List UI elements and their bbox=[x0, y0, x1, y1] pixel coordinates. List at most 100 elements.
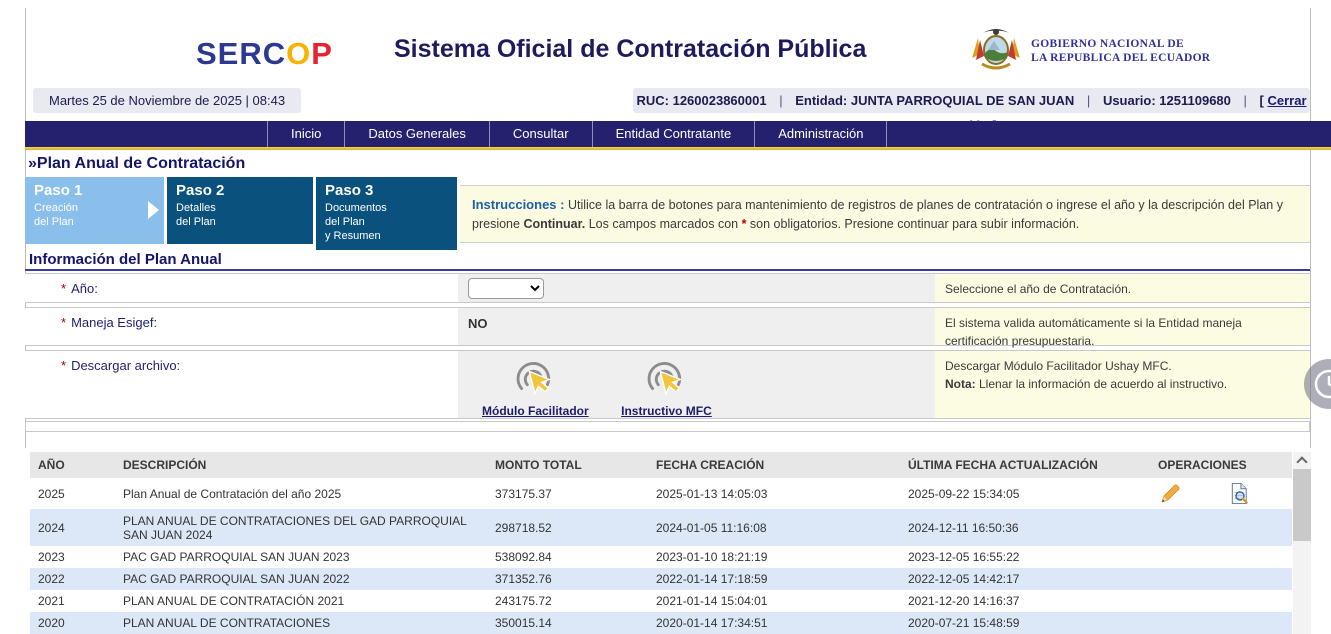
cell-year: 2023 bbox=[30, 546, 115, 568]
wizard-step-3[interactable]: Paso 3 Documentos del Plan y Resumen bbox=[316, 177, 457, 250]
entity-value: JUNTA PARROQUIAL DE SAN JUAN bbox=[851, 93, 1074, 108]
cell-monto: 298718.52 bbox=[487, 509, 648, 546]
col-header-anio: AÑO bbox=[30, 452, 115, 478]
page-title: Sistema Oficial de Contratación Pública bbox=[394, 35, 866, 64]
nav-item-inicio[interactable]: Inicio bbox=[267, 121, 344, 147]
cell-description: PAC GAD PARROQUIAL SAN JUAN 2023 bbox=[115, 546, 487, 568]
table-row: 2024 PLAN ANUAL DE CONTRATACIONES DEL GA… bbox=[30, 509, 1292, 546]
step-title: Paso 3 bbox=[325, 182, 448, 199]
user-value: 1251109680 bbox=[1159, 93, 1231, 108]
cell-description: PLAN ANUAL DE CONTRATACIONES bbox=[115, 612, 487, 634]
sercop-logo-o: O bbox=[286, 36, 311, 71]
clock-history-widget[interactable] bbox=[1303, 358, 1331, 410]
cell-monto: 538092.84 bbox=[487, 546, 648, 568]
cell-ultima-fecha: 2020-07-21 15:48:59 bbox=[900, 612, 1150, 634]
app-screen: SERCOP Sistema Oficial de Contratación P… bbox=[0, 0, 1331, 634]
table-header-row: AÑO DESCRIPCIÓN MONTO TOTAL FECHA CREACI… bbox=[30, 452, 1292, 478]
step-title: Paso 1 bbox=[34, 182, 155, 199]
col-header-fecha-creacion: FECHA CREACIÓN bbox=[648, 452, 900, 478]
hint-nota-line: Nota: Llenar la información de acuerdo a… bbox=[945, 375, 1300, 393]
table-row: 2020 PLAN ANUAL DE CONTRATACIONES 350015… bbox=[30, 612, 1292, 634]
field-control-esigef: NO bbox=[458, 308, 935, 345]
sercop-logo-p: P bbox=[311, 36, 333, 71]
step-title: Paso 2 bbox=[176, 182, 304, 199]
breadcrumb: »Plan Anual de Contratación bbox=[28, 155, 245, 173]
instructions-box: Instrucciones : Utilice la barra de boto… bbox=[460, 185, 1310, 243]
datetime-display: Martes 25 de Noviembre de 2025 | 08:43 bbox=[33, 88, 301, 113]
modulo-facilitador-link[interactable]: Módulo Facilitador bbox=[482, 404, 589, 418]
entity-label: Entidad: bbox=[795, 93, 847, 108]
government-text-line2: LA REPUBLICA DEL ECUADOR bbox=[1031, 51, 1210, 65]
wizard-step-1[interactable]: Paso 1 Creación del Plan bbox=[25, 177, 164, 244]
cell-year: 2020 bbox=[30, 612, 115, 634]
separator: | bbox=[1244, 93, 1247, 108]
nav-item-administracion[interactable]: Administración bbox=[754, 121, 886, 147]
nav-item-entidad-contratante[interactable]: Entidad Contratante bbox=[592, 121, 755, 147]
instructivo-mfc-link[interactable]: Instructivo MFC bbox=[621, 404, 712, 418]
cell-operations bbox=[1150, 568, 1292, 590]
plans-table: AÑO DESCRIPCIÓN MONTO TOTAL FECHA CREACI… bbox=[30, 452, 1292, 634]
government-text: GOBIERNO NACIONAL DE LA REPUBLICA DEL EC… bbox=[1031, 37, 1210, 65]
field-hint-esigef: El sistema valida automáticamente si la … bbox=[935, 308, 1310, 345]
main-navbar: Inicio Datos Generales Consultar Entidad… bbox=[25, 121, 1331, 147]
required-asterisk: * bbox=[61, 281, 66, 296]
col-header-monto: MONTO TOTAL bbox=[487, 452, 648, 478]
cell-fecha-creacion: 2023-01-10 18:21:19 bbox=[648, 546, 900, 568]
cell-fecha-creacion: 2021-01-14 15:04:01 bbox=[648, 590, 900, 612]
view-document-icon[interactable] bbox=[1228, 482, 1251, 505]
modulo-facilitador-download[interactable]: Módulo Facilitador bbox=[482, 357, 589, 420]
step-line: Creación bbox=[34, 201, 155, 215]
scrollbar-up-button[interactable] bbox=[1293, 452, 1311, 468]
step-line: Documentos bbox=[325, 201, 448, 215]
nav-item-consultar[interactable]: Consultar bbox=[489, 121, 592, 147]
hint-line: Descargar Módulo Facilitador Ushay MFC. bbox=[945, 357, 1300, 375]
sercop-logo: SERCOP bbox=[196, 36, 333, 72]
cell-fecha-creacion: 2020-01-14 17:34:51 bbox=[648, 612, 900, 634]
clock-icon bbox=[1303, 358, 1331, 410]
cell-year: 2024 bbox=[30, 509, 115, 546]
navbar-gold-underline bbox=[25, 147, 1331, 150]
instructivo-mfc-download[interactable]: Instructivo MFC bbox=[621, 357, 712, 420]
click-download-icon bbox=[482, 357, 589, 401]
table-row: 2022 PAC GAD PARROQUIAL SAN JUAN 2022 37… bbox=[30, 568, 1292, 590]
table-row: 2025 Plan Anual de Contratación del año … bbox=[30, 478, 1292, 509]
ruc-value: 1260023860001 bbox=[673, 93, 767, 108]
cell-year: 2025 bbox=[30, 478, 115, 509]
field-label-descargar: *Descargar archivo: bbox=[25, 351, 458, 418]
cell-ultima-fecha: 2023-12-05 16:55:22 bbox=[900, 546, 1150, 568]
active-step-arrow-icon bbox=[148, 201, 159, 219]
cell-monto: 371352.76 bbox=[487, 568, 648, 590]
click-download-icon bbox=[621, 357, 712, 401]
nota-text: Llenar la información de acuerdo al inst… bbox=[976, 377, 1227, 391]
form-row-esigef: *Maneja Esigef: NO El sistema valida aut… bbox=[25, 307, 1310, 346]
nav-item-datos-generales[interactable]: Datos Generales bbox=[344, 121, 489, 147]
cell-fecha-creacion: 2025-01-13 14:05:03 bbox=[648, 478, 900, 509]
edit-pencil-icon[interactable] bbox=[1158, 482, 1182, 506]
col-header-descripcion: DESCRIPCIÓN bbox=[115, 452, 487, 478]
field-label-anio: * Año: bbox=[25, 274, 458, 302]
instructions-text: son obligatorios. Presione continuar par… bbox=[746, 217, 1079, 231]
chevron-up-icon bbox=[1296, 456, 1307, 467]
field-label-text: Descargar archivo: bbox=[71, 358, 180, 373]
cell-monto: 350015.14 bbox=[487, 612, 648, 634]
section-title-underline bbox=[25, 269, 1310, 271]
section-title-plan-anual: Información del Plan Anual bbox=[29, 251, 222, 268]
form-row-anio: *Año: Seleccione el año de Contratación. bbox=[25, 273, 1310, 303]
scrollbar-thumb[interactable] bbox=[1293, 469, 1311, 541]
step-line: y Resumen bbox=[325, 229, 448, 243]
col-header-ultima-fecha: ÚLTIMA FECHA ACTUALIZACIÓN bbox=[900, 452, 1150, 478]
cell-operations bbox=[1150, 478, 1292, 509]
wizard-step-2[interactable]: Paso 2 Detalles del Plan bbox=[167, 177, 313, 244]
cell-fecha-creacion: 2022-01-14 17:18:59 bbox=[648, 568, 900, 590]
table-scrollbar[interactable] bbox=[1293, 452, 1311, 634]
cell-ultima-fecha: 2025-09-22 15:34:05 bbox=[900, 478, 1150, 509]
cell-ultima-fecha: 2024-12-11 16:50:36 bbox=[900, 509, 1150, 546]
cell-operations bbox=[1150, 612, 1292, 634]
nav-separator bbox=[886, 121, 887, 147]
step-line: del Plan bbox=[176, 215, 304, 229]
year-select[interactable] bbox=[468, 278, 544, 299]
field-label-text: Año: bbox=[71, 281, 98, 296]
session-info-bar: RUC: 1260023860001 | Entidad: JUNTA PARR… bbox=[633, 88, 1310, 113]
cell-description: PAC GAD PARROQUIAL SAN JUAN 2022 bbox=[115, 568, 487, 590]
cell-monto: 373175.37 bbox=[487, 478, 648, 509]
